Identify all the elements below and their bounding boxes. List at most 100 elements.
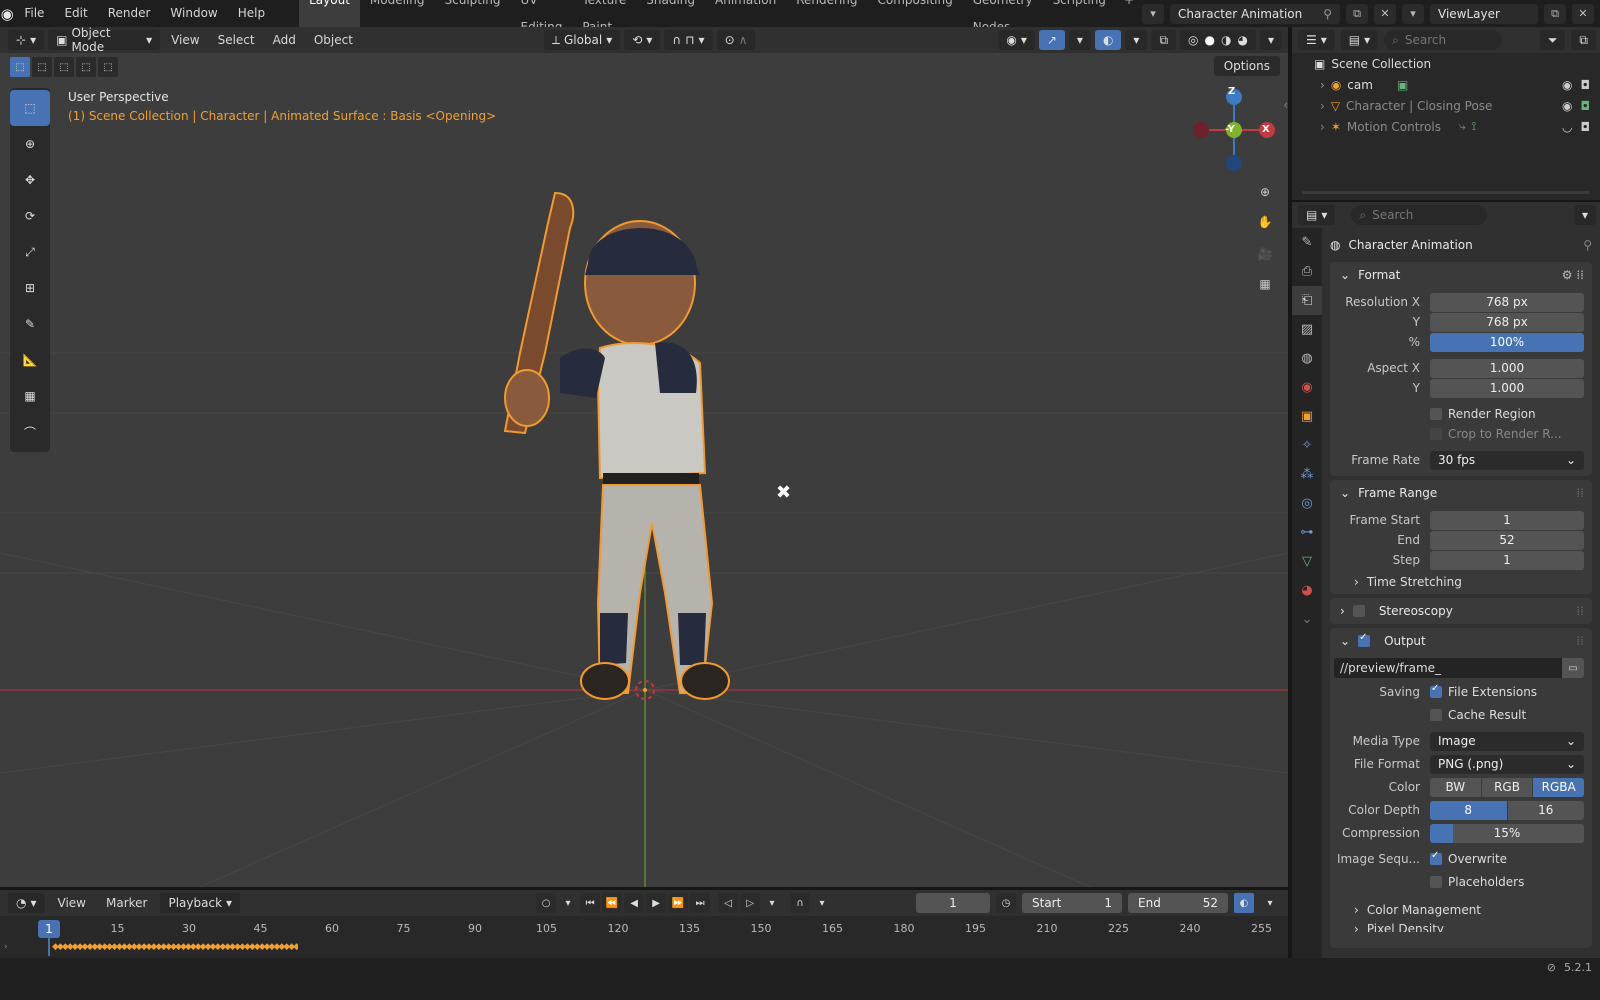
frame-range-header[interactable]: ⌄ Frame Range ⁞⁞ bbox=[1330, 480, 1592, 506]
outliner-row-character[interactable]: › ▽ Character | Closing Pose ◉ ◘ bbox=[1292, 95, 1600, 116]
delete-view-layer-icon[interactable]: ✕ bbox=[1572, 3, 1594, 24]
output-path-value[interactable]: //preview/frame_ bbox=[1334, 658, 1562, 678]
file-format-dropdown[interactable]: PNG (.png) ⌄ bbox=[1430, 754, 1584, 774]
stereoscopy-header[interactable]: › Stereoscopy ⁞⁞ bbox=[1330, 598, 1592, 624]
expand-arrow-icon[interactable]: › bbox=[1320, 120, 1325, 134]
pixel-density-subpanel[interactable]: › Pixel Density bbox=[1330, 922, 1592, 932]
blender-logo-icon[interactable]: ◉ bbox=[0, 5, 14, 23]
new-collection-icon[interactable]: ⧉ bbox=[1571, 30, 1596, 50]
expand-arrow-icon[interactable]: › bbox=[1320, 99, 1325, 113]
proportional-edit-toggle[interactable]: ⊙ ∧ bbox=[716, 30, 756, 50]
object-tab-icon[interactable]: ▣ bbox=[1292, 402, 1322, 431]
crop-checkbox[interactable]: Crop to Render R... bbox=[1430, 427, 1562, 441]
keyframes-strip[interactable]: ◆◆◆◆◆◆◆◆◆◆◆◆◆◆◆◆◆◆◆◆◆◆◆◆◆◆◆◆◆◆◆◆◆◆◆◆◆◆◆◆… bbox=[52, 942, 298, 952]
next-marker-icon[interactable]: ▷ bbox=[740, 893, 761, 913]
menu-render[interactable]: Render bbox=[98, 0, 161, 27]
overlay-dropdown[interactable]: ▾ bbox=[1125, 30, 1148, 50]
stereoscopy-checkbox[interactable] bbox=[1352, 605, 1365, 617]
next-keyframe-icon[interactable]: ⏩ bbox=[668, 893, 689, 913]
outliner-editor-type[interactable]: ☰ ▾ bbox=[1298, 30, 1335, 50]
data-tab-icon[interactable]: ▽ bbox=[1292, 547, 1322, 576]
prev-marker-icon[interactable]: ◁ bbox=[718, 893, 739, 913]
res-y-field[interactable]: 768 px bbox=[1430, 312, 1584, 332]
outliner-scrollbar[interactable] bbox=[1302, 191, 1590, 194]
depth-16-button[interactable]: 16 bbox=[1507, 800, 1584, 820]
depth-8-button[interactable]: 8 bbox=[1430, 800, 1508, 820]
jump-start-icon[interactable]: ⏮ bbox=[580, 893, 601, 913]
output-path-field[interactable]: //preview/frame_ ▭ bbox=[1334, 658, 1584, 678]
playback-dropdown[interactable]: Playback ▾ bbox=[160, 893, 241, 913]
outliner-root-row[interactable]: ▣ Scene Collection bbox=[1292, 53, 1600, 74]
add-cube-tool-icon[interactable]: ▦ bbox=[10, 378, 50, 414]
select-extend-icon[interactable]: ⬚ bbox=[32, 57, 52, 77]
time-stretching-subpanel[interactable]: › Time Stretching bbox=[1330, 570, 1592, 594]
select-intersect-icon[interactable]: ⬚ bbox=[98, 57, 118, 77]
outliner-row-cam[interactable]: › ◉ cam ▣ ◉ ◘ bbox=[1292, 74, 1600, 95]
render-camera-icon[interactable]: ◘ bbox=[1581, 78, 1591, 92]
output-header[interactable]: ⌄Output⁞⁞ bbox=[1330, 628, 1592, 654]
overwrite-checkbox[interactable]: Overwrite bbox=[1430, 850, 1507, 866]
physics-tab-icon[interactable]: ◎ bbox=[1292, 489, 1322, 518]
delete-scene-icon[interactable]: ✕ bbox=[1374, 3, 1396, 24]
frame-start-field[interactable]: 1 bbox=[1430, 510, 1584, 530]
aspect-x-field[interactable]: 1.000 bbox=[1430, 358, 1584, 378]
gizmo-toggle[interactable]: ↗ bbox=[1038, 30, 1065, 50]
pin-icon[interactable]: ⚲ bbox=[1583, 238, 1592, 252]
auto-keying-icon[interactable]: ○ bbox=[536, 893, 557, 913]
visibility-dropdown[interactable]: ◉ ▾ bbox=[998, 30, 1035, 50]
output-tab-icon[interactable]: ⎗ bbox=[1292, 286, 1322, 315]
editor-type-dropdown[interactable]: ⊹ ▾ bbox=[8, 30, 45, 50]
marker-dropdown-icon[interactable]: ▾ bbox=[762, 893, 782, 913]
render-camera-icon[interactable]: ◘ bbox=[1581, 99, 1591, 113]
world-tab-icon[interactable]: ◉ bbox=[1292, 373, 1322, 402]
scene-tab-icon[interactable]: ◍ bbox=[1292, 344, 1322, 373]
keying-dropdown-icon[interactable]: ▾ bbox=[558, 893, 578, 913]
wireframe-shading-icon[interactable]: ◎ bbox=[1188, 33, 1198, 47]
transform-tool-icon[interactable]: ⊞ bbox=[10, 270, 50, 306]
properties-search-input[interactable]: ⌕ Search bbox=[1351, 205, 1488, 225]
color-rgb-button[interactable]: RGB bbox=[1481, 777, 1534, 797]
start-frame-field[interactable]: Start 1 bbox=[1022, 893, 1122, 913]
annotate-tool-icon[interactable]: ✎ bbox=[10, 306, 50, 342]
folder-icon[interactable]: ▭ bbox=[1562, 658, 1584, 678]
frame-rate-dropdown[interactable]: 30 fps ⌄ bbox=[1430, 450, 1584, 470]
gizmo-dropdown[interactable]: ▾ bbox=[1068, 30, 1091, 50]
select-new-icon[interactable]: ⬚ bbox=[10, 57, 30, 77]
playhead[interactable]: 1 bbox=[38, 920, 60, 938]
camera-view-icon[interactable]: 🎥 bbox=[1250, 239, 1280, 269]
cache-result-checkbox[interactable]: Cache Result bbox=[1430, 708, 1526, 722]
expand-arrow-icon[interactable]: › bbox=[1320, 78, 1325, 92]
timeline-menu-marker[interactable]: Marker bbox=[99, 893, 154, 913]
scale-tool-icon[interactable]: ⤢ bbox=[10, 234, 50, 270]
timeline-menu-view[interactable]: View bbox=[51, 893, 93, 913]
overlay-toggle[interactable]: ◐ bbox=[1094, 30, 1122, 50]
format-panel-header[interactable]: ⌄ Format ⚙ ⁞⁞ bbox=[1330, 262, 1592, 288]
view-layer-selector-icon[interactable]: ▾ bbox=[1402, 3, 1424, 24]
placeholders-checkbox[interactable]: Placeholders bbox=[1430, 875, 1524, 889]
pivot-dropdown[interactable]: ⟲ ▾ bbox=[624, 30, 661, 50]
menu-window[interactable]: Window bbox=[160, 0, 227, 27]
display-mode-dropdown[interactable]: ▤ ▾ bbox=[1340, 30, 1379, 50]
measure-tool-icon[interactable]: 📐 bbox=[10, 342, 50, 378]
mode-dropdown[interactable]: ▣ Object Mode ▾ bbox=[48, 26, 161, 54]
rendered-shading-icon[interactable]: ◕ bbox=[1237, 33, 1247, 47]
viewport-menu-add[interactable]: Add bbox=[266, 30, 303, 50]
scene-name-field[interactable]: Character Animation ⚲ bbox=[1170, 3, 1340, 24]
scene-selector-icon[interactable]: ▾ bbox=[1142, 3, 1164, 24]
particles-tab-icon[interactable]: ⁂ bbox=[1292, 460, 1322, 489]
compression-slider[interactable]: 15% bbox=[1430, 823, 1584, 843]
curve-tool-icon[interactable]: ⌒ bbox=[10, 414, 50, 450]
more-tabs-icon[interactable]: ⌄ bbox=[1292, 605, 1322, 634]
frame-step-field[interactable]: 1 bbox=[1430, 550, 1584, 570]
move-tool-icon[interactable]: ✥ bbox=[10, 162, 50, 198]
presets-icon[interactable]: ⚙ ⁞⁞ bbox=[1562, 268, 1592, 282]
visibility-eye-icon[interactable]: ◉ bbox=[1562, 78, 1572, 92]
jump-end-icon[interactable]: ⏭ bbox=[690, 893, 711, 913]
render-tab-icon[interactable]: ⎙ bbox=[1292, 257, 1322, 286]
material-tab-icon[interactable]: ◕ bbox=[1292, 576, 1322, 605]
hidden-eye-icon[interactable]: ◡ bbox=[1562, 120, 1572, 134]
timeline-overlay-dropdown[interactable]: ▾ bbox=[1260, 893, 1280, 913]
snap-toggle[interactable]: ∩ ⊓ ▾ bbox=[664, 30, 713, 50]
timeline-editor-type[interactable]: ◔ ▾ bbox=[8, 893, 45, 913]
play-reverse-icon[interactable]: ◀ bbox=[624, 893, 645, 913]
